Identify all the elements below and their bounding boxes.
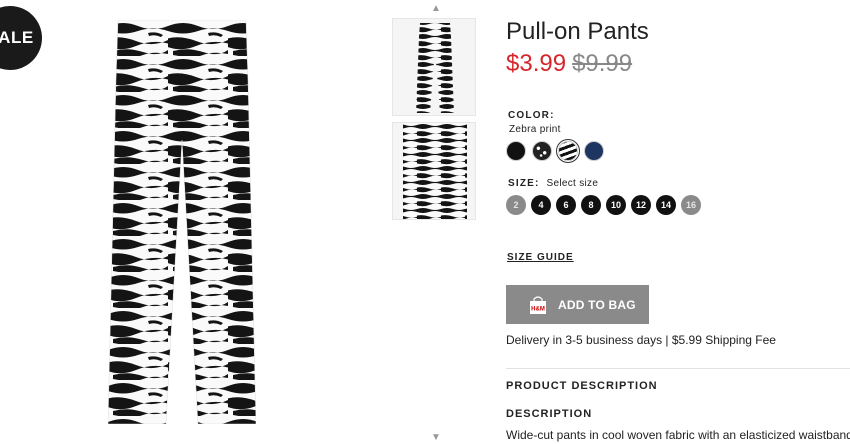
thumbnail-up-arrow-icon[interactable]: ▲ <box>426 3 446 14</box>
size-options: 2 4 6 8 10 12 14 16 <box>506 195 701 215</box>
swatch-black-dotted[interactable] <box>532 141 552 161</box>
swatch-dark-blue[interactable] <box>584 141 604 161</box>
color-selected-value: Zebra print <box>509 124 561 135</box>
size-option-8[interactable]: 8 <box>581 195 601 215</box>
size-option-12[interactable]: 12 <box>631 195 651 215</box>
size-option-2[interactable]: 2 <box>506 195 526 215</box>
original-price: $9.99 <box>572 50 633 77</box>
thumbnail-down-arrow-icon[interactable]: ▼ <box>426 432 446 443</box>
thumbnail-full-view[interactable] <box>392 18 476 116</box>
size-label-row: SIZE: Select size <box>508 178 598 189</box>
add-to-bag-label: ADD TO BAG <box>558 297 636 312</box>
add-to-bag-button[interactable]: H&M ADD TO BAG <box>506 285 649 324</box>
size-option-10[interactable]: 10 <box>606 195 626 215</box>
size-option-16[interactable]: 16 <box>681 195 701 215</box>
divider <box>506 368 850 369</box>
main-product-image[interactable] <box>108 20 256 424</box>
description-text: Wide-cut pants in cool woven fabric with… <box>506 428 850 442</box>
size-option-6[interactable]: 6 <box>556 195 576 215</box>
product-description-heading[interactable]: PRODUCT DESCRIPTION <box>506 380 658 392</box>
price: $3.99 $9.99 <box>506 50 632 78</box>
product-title: Pull-on Pants <box>506 18 649 45</box>
shopping-bag-icon: H&M <box>528 295 548 315</box>
description-heading: DESCRIPTION <box>506 408 593 420</box>
size-option-14[interactable]: 14 <box>656 195 676 215</box>
thumbnail-detail-view[interactable] <box>392 122 476 220</box>
swatch-black[interactable] <box>506 141 526 161</box>
size-option-4[interactable]: 4 <box>531 195 551 215</box>
size-placeholder: Select size <box>546 178 599 189</box>
delivery-info: Delivery in 3-5 business days | $5.99 Sh… <box>506 333 776 347</box>
sale-price: $3.99 <box>506 50 567 77</box>
size-guide-link[interactable]: SIZE GUIDE <box>507 252 574 263</box>
size-label: SIZE: <box>508 178 540 189</box>
sale-badge: SALE <box>0 6 42 70</box>
color-swatches <box>506 139 604 163</box>
color-label: COLOR: <box>508 110 555 121</box>
bag-icon-logo-text: H&M <box>531 306 545 312</box>
swatch-zebra-print[interactable] <box>556 139 580 163</box>
